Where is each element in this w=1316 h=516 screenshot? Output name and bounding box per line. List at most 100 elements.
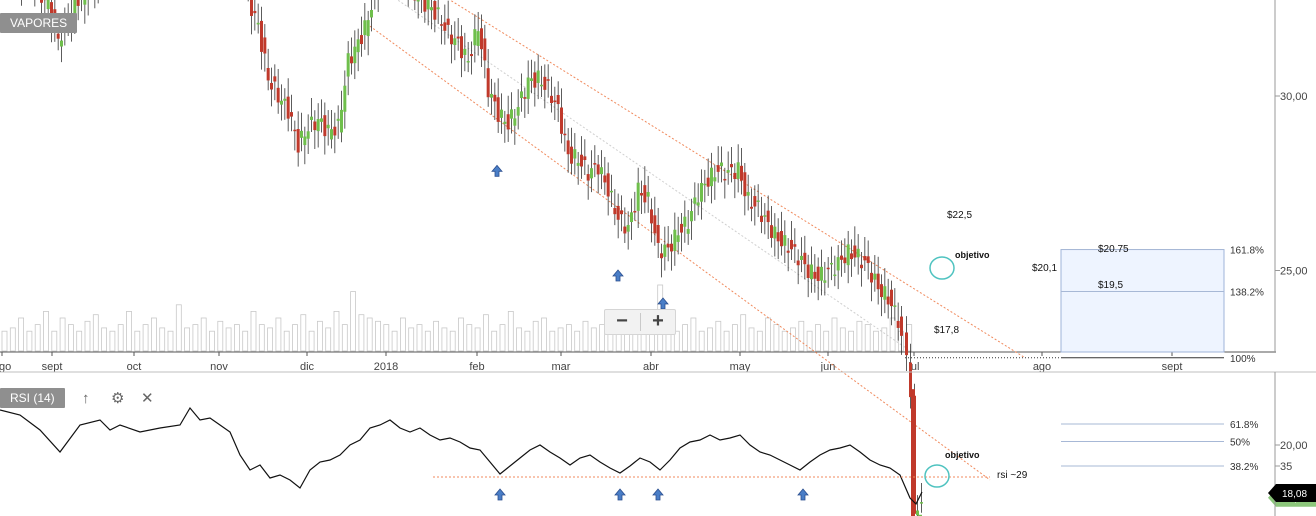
volume-bar (1, 330, 8, 352)
candle-body (686, 228, 690, 234)
candle-body (436, 7, 440, 10)
volume-bar (541, 317, 547, 352)
candle-body (366, 20, 370, 37)
candle-body (833, 274, 837, 277)
candle-body (880, 284, 883, 298)
candle-body (440, 24, 443, 26)
candle-body (473, 29, 477, 46)
candle-body (626, 224, 630, 232)
candle-body (800, 255, 803, 260)
candle-body (443, 22, 447, 31)
candle-body (283, 98, 287, 101)
candle-body (586, 174, 590, 181)
rsi-tick-label: 35 (1280, 461, 1292, 473)
fibonacci-level-label: 161.8% (1230, 246, 1264, 257)
candle-body (730, 164, 733, 168)
candle-body (550, 95, 553, 104)
volume-bar (399, 317, 406, 352)
candle-body (303, 136, 307, 146)
candle-body (583, 156, 587, 161)
candle-body (313, 121, 317, 131)
candle-body (573, 149, 577, 159)
volume-bar (732, 324, 738, 352)
candle-body (280, 100, 283, 105)
candle-body (636, 182, 640, 211)
candle-body (856, 248, 860, 258)
candle-body (530, 78, 533, 81)
candle-body (633, 211, 637, 213)
candle-body (580, 154, 583, 167)
candle-body (476, 31, 480, 46)
zoom-out-button[interactable]: − (605, 310, 639, 334)
fibonacci-level-label: 38.2% (1230, 462, 1258, 473)
candle-body (650, 209, 653, 224)
candle-body (893, 305, 897, 307)
candle-body (863, 256, 867, 261)
candle-body (446, 18, 450, 25)
rsi-close-icon[interactable]: ✕ (141, 391, 154, 407)
candle-body (643, 185, 647, 203)
volume-bar (217, 320, 224, 352)
volume-bar (43, 310, 49, 352)
candle-body (836, 257, 840, 271)
rsi-target-circle (924, 464, 950, 488)
volume-bar (723, 330, 730, 352)
candle-body (860, 264, 863, 269)
candle-body (900, 316, 903, 336)
candle-body (253, 10, 257, 14)
candle-body (796, 260, 800, 266)
candle-body (720, 162, 723, 167)
volume-bar (773, 324, 780, 352)
volume-bar (491, 330, 498, 352)
volume-bar (482, 314, 489, 352)
candle-body (513, 118, 517, 126)
volume-bar (159, 327, 166, 352)
volume-bar (150, 317, 157, 352)
rsi-support-arrow-icon (494, 488, 506, 501)
candle-body (353, 46, 357, 64)
candle-body (433, 1, 437, 20)
candle-body (370, 9, 373, 18)
candle-body (493, 94, 497, 102)
volume-bar (209, 330, 215, 352)
zoom-controls: − + (604, 309, 676, 335)
volume-bar (258, 324, 265, 352)
candle-body (623, 226, 627, 234)
rsi-move-up-icon[interactable]: ↑ (82, 391, 90, 407)
volume-bar (566, 324, 572, 352)
candle-body (896, 320, 900, 328)
volume-bar (765, 317, 771, 352)
x-tick-label: abr (643, 361, 659, 373)
candle-body (593, 163, 597, 165)
candle-body (350, 56, 353, 64)
zoom-in-button[interactable]: + (641, 310, 675, 334)
volume-bar (557, 327, 564, 352)
candle-body (816, 266, 820, 282)
volume-bar (756, 330, 763, 352)
volume-bar (76, 330, 83, 352)
volume-bar (375, 320, 381, 352)
volume-bar (740, 314, 747, 352)
volume-bar (524, 330, 531, 352)
candle-body (846, 244, 850, 266)
rsi-settings-gear-icon[interactable]: ⚙ (111, 391, 124, 407)
volume-bar (391, 330, 398, 352)
candle-body (673, 229, 677, 251)
volume-bar (698, 330, 705, 352)
candle-body (866, 256, 870, 264)
candle-body (316, 119, 320, 132)
volume-bar (109, 330, 116, 352)
x-tick-label: feb (469, 361, 484, 373)
fibonacci-level-label: 100% (1230, 354, 1256, 365)
candle-body (516, 107, 520, 116)
candle-body (276, 87, 280, 103)
volume-bar (441, 327, 448, 352)
x-tick-label: nov (210, 361, 228, 373)
volume-bar (250, 310, 257, 352)
volume-bar (225, 327, 232, 352)
candle-body (690, 211, 693, 222)
volume-bar (9, 327, 16, 352)
volume-bar (341, 324, 348, 352)
volume-bar (474, 327, 481, 352)
volume-bar (856, 320, 863, 352)
